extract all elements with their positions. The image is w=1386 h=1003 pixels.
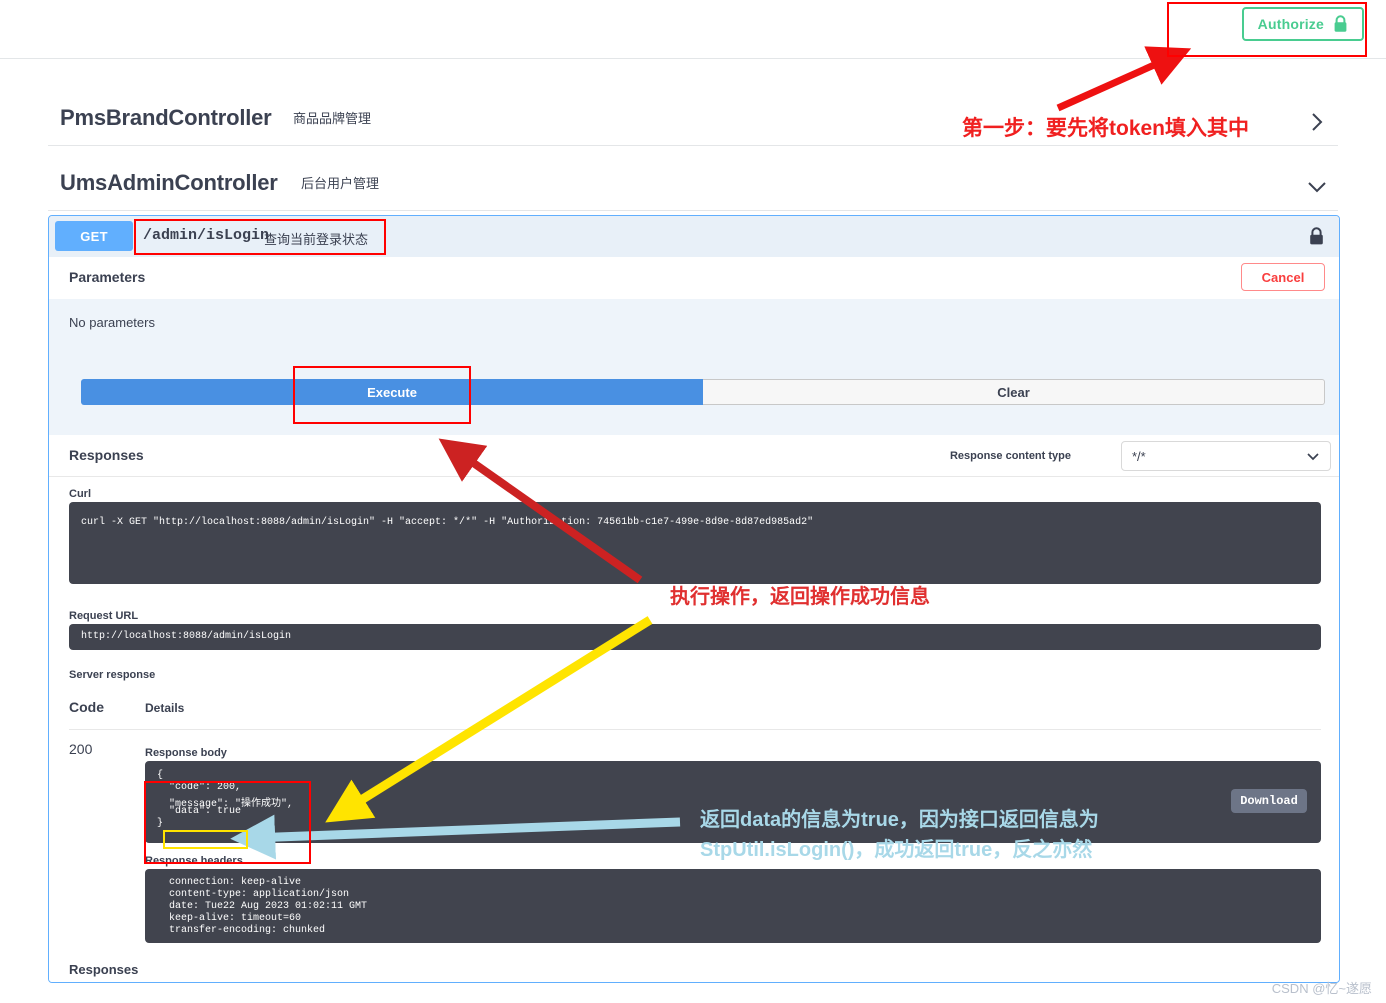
highlight-box-response-body (144, 781, 311, 864)
section-description: 商品品牌管理 (293, 111, 372, 126)
no-parameters-text: No parameters (69, 315, 155, 330)
responses-title: Responses (69, 447, 144, 463)
watermark: CSDN @忆~遂愿 (1271, 981, 1372, 996)
chevron-right-icon[interactable] (1306, 111, 1328, 133)
status-code-200: 200 (69, 741, 93, 757)
response-content-type-label: Response content type (949, 450, 1071, 462)
responses-header-row: Responses Response content type */* (49, 435, 1339, 477)
response-header-line: content-type: application/json (157, 889, 356, 900)
details-column-header: Details (145, 701, 185, 715)
response-header-line: date: Tue22 Aug 2023 01:02:11 GMT (157, 901, 374, 912)
clear-button[interactable]: Clear (703, 379, 1325, 405)
section-ums-admin-controller[interactable]: UmsAdminController 后台用户管理 (48, 150, 1338, 211)
code-column-header: Code (69, 699, 104, 715)
parameters-row: Parameters Cancel (49, 257, 1339, 299)
response-header-line: transfer-encoding: chunked (157, 925, 332, 936)
execute-clear-row: Execute Clear (81, 379, 1325, 405)
highlight-box-authorize (1167, 2, 1367, 57)
chevron-down-icon (1306, 451, 1320, 463)
response-headers-block: connection: keep-alive content-type: app… (145, 869, 1321, 943)
table-divider (69, 729, 1321, 730)
response-content-type-select[interactable]: */* (1121, 441, 1331, 471)
request-url-value: http://localhost:8088/admin/isLogin (81, 631, 292, 642)
download-button[interactable]: Download (1231, 789, 1307, 813)
curl-label: Curl (69, 488, 91, 500)
section-title: PmsBrandController (60, 105, 272, 130)
lock-icon[interactable] (1308, 227, 1325, 246)
highlight-box-execute (293, 366, 471, 424)
annotation-data-note-line1: 返回data的信息为true，因为接口返回信息为 (700, 809, 1099, 831)
response-header-line: connection: keep-alive (157, 877, 308, 888)
request-url-label: Request URL (69, 610, 139, 622)
curl-command-text: curl -X GET "http://localhost:8088/admin… (81, 517, 814, 528)
parameters-title: Parameters (69, 269, 146, 285)
parameters-panel: No parameters (49, 299, 1339, 435)
cancel-button[interactable]: Cancel (1241, 263, 1325, 291)
response-content-type-value: */* (1132, 449, 1146, 464)
response-header-line: keep-alive: timeout=60 (157, 913, 308, 924)
response-body-line: { (157, 770, 164, 781)
highlight-box-path (134, 219, 386, 255)
annotation-execute-note: 执行操作，返回操作成功信息 (670, 586, 930, 608)
http-method-badge: GET (55, 221, 133, 251)
annotation-step-one: 第一步：要先将token填入其中 (962, 117, 1250, 140)
highlight-box-data-field (163, 830, 248, 849)
operation-body: Parameters Cancel No parameters Execute … (49, 257, 1339, 982)
response-body-label: Response body (145, 747, 227, 759)
section-description: 后台用户管理 (301, 176, 380, 191)
chevron-down-icon[interactable] (1306, 176, 1328, 198)
section-title: UmsAdminController (60, 170, 278, 195)
curl-code-block[interactable]: curl -X GET "http://localhost:8088/admin… (69, 502, 1321, 584)
annotation-data-note-line2: StpUtil.isLogin()，成功返回true，反之亦然 (700, 839, 1093, 861)
request-url-block: http://localhost:8088/admin/isLogin (69, 624, 1321, 650)
server-response-label: Server response (69, 669, 156, 681)
swagger-ui-page: Authorize PmsBrandController 商品品牌管理 UmsA… (0, 0, 1386, 1003)
bottom-responses-title: Responses (69, 962, 139, 977)
